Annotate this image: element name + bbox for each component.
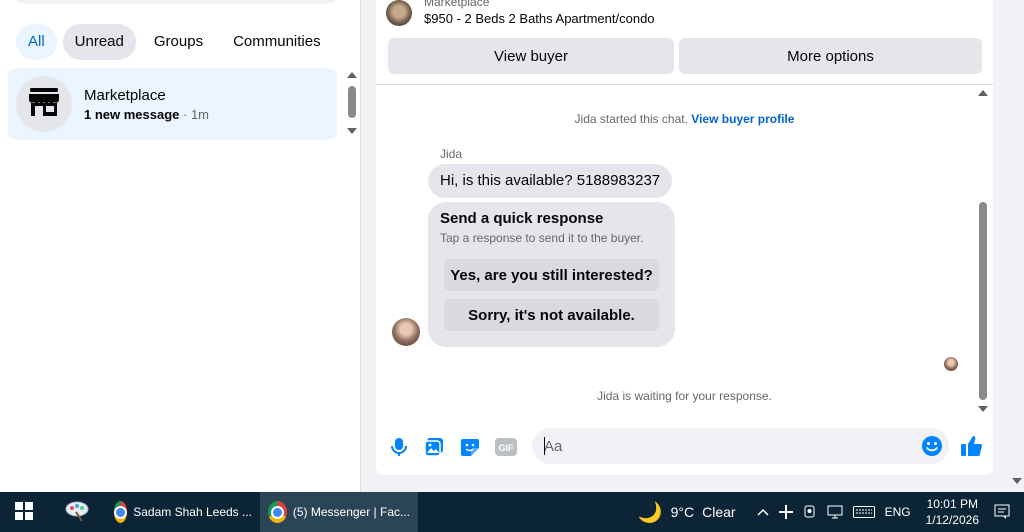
more-options-button[interactable]: More options — [679, 38, 982, 74]
clock-date: 1/12/2026 — [925, 513, 979, 527]
quick-response-subtitle: Tap a response to send it to the buyer. — [440, 231, 644, 245]
conversation-list-panel: All Unread Groups Communities Marketplac… — [0, 0, 361, 492]
taskbar-app-label: Sadam Shah Leeds ... — [133, 505, 252, 519]
text-caret — [544, 437, 545, 455]
message-bubble[interactable]: Hi, is this available? 5188983237 — [428, 164, 673, 198]
chat-scrollbar[interactable] — [976, 88, 990, 414]
new-message-label: 1 new message — [84, 106, 180, 122]
sender-avatar[interactable] — [392, 318, 420, 346]
message-input[interactable] — [532, 428, 892, 464]
clock[interactable]: 10:01 PM 1/12/2026 — [926, 496, 979, 528]
listing-title: $950 - 2 Beds 2 Baths Apartment/condo — [424, 10, 655, 26]
windows-logo-icon — [15, 501, 33, 523]
scrollbar-thumb[interactable] — [979, 202, 987, 400]
windows-taskbar: Sadam Shah Leeds ... (5) Messenger | Fac… — [0, 492, 1024, 532]
scrollbar-thumb[interactable] — [348, 86, 356, 118]
message-input-box[interactable] — [532, 428, 949, 464]
filter-all[interactable]: All — [16, 24, 57, 60]
chevron-up-icon[interactable] — [757, 508, 769, 516]
quick-response-title: Send a quick response — [440, 210, 604, 227]
photo-icon[interactable] — [423, 436, 445, 458]
scroll-down-arrow-icon[interactable] — [347, 128, 357, 134]
listing-thumbnail — [386, 0, 412, 26]
conversation-time: 1m — [190, 106, 210, 122]
conversation-item-marketplace[interactable]: Marketplace 1 new message · 1m — [8, 68, 337, 140]
sender-name: Jida — [440, 147, 463, 161]
chat-started-text: Jida started this chat. — [574, 112, 688, 126]
system-tray: 🌙 9°C Clear ENG 10:01 PM 1/12/2026 — [633, 492, 1024, 532]
quick-response-sorry-button[interactable]: Sorry, it's not available. — [444, 299, 659, 331]
listing-actions: View buyer More options — [388, 38, 982, 74]
meet-now-icon[interactable] — [803, 505, 817, 519]
separator: · — [179, 106, 191, 122]
weather-text: Clear — [702, 504, 736, 520]
seen-avatar — [944, 357, 958, 371]
svg-text:GIF: GIF — [499, 443, 515, 453]
chrome-icon — [114, 501, 128, 523]
scroll-up-arrow-icon[interactable] — [347, 72, 357, 78]
view-buyer-button[interactable]: View buyer — [388, 38, 674, 74]
filter-communities[interactable]: Communities — [221, 24, 333, 60]
network-icon[interactable] — [827, 505, 843, 519]
divider — [376, 84, 993, 85]
microphone-icon[interactable] — [388, 436, 410, 458]
emoji-icon[interactable] — [921, 435, 943, 462]
scroll-up-arrow-icon[interactable] — [978, 90, 988, 96]
start-button[interactable] — [0, 492, 48, 532]
chat-panel: Marketplace $950 - 2 Beds 2 Baths Apartm… — [376, 0, 993, 475]
filter-groups[interactable]: Groups — [142, 24, 215, 60]
taskbar-app-label: (5) Messenger | Fac... — [292, 505, 410, 519]
moon-icon: 🌙 — [637, 501, 663, 524]
clock-time: 10:01 PM — [926, 497, 978, 511]
sticker-icon[interactable] — [459, 436, 481, 458]
waiting-notice: Jida is waiting for your response. — [597, 389, 772, 403]
avatar — [16, 76, 72, 132]
quick-response-card: Send a quick response Tap a response to … — [428, 202, 675, 347]
plus-icon[interactable] — [778, 505, 793, 519]
paint-app-icon — [64, 500, 90, 525]
taskbar-chrome-window-1[interactable]: Sadam Shah Leeds ... — [106, 492, 260, 532]
message-composer: GIF — [376, 424, 993, 468]
notification-icon[interactable] — [994, 504, 1010, 520]
filter-unread[interactable]: Unread — [62, 24, 136, 60]
keyboard-icon[interactable] — [852, 506, 875, 518]
list-scrollbar[interactable] — [345, 70, 359, 136]
weather-widget[interactable]: 🌙 9°C Clear — [638, 500, 736, 525]
gif-icon[interactable]: GIF — [495, 436, 517, 458]
conversation-preview: 1 new message · 1m — [84, 107, 209, 122]
chat-started-notice: Jida started this chat. View buyer profi… — [376, 112, 993, 126]
scroll-down-arrow-icon[interactable] — [978, 406, 988, 412]
filter-chips: All Unread Groups Communities — [16, 24, 333, 60]
shop-icon — [27, 86, 61, 123]
view-buyer-profile-link[interactable]: View buyer profile — [691, 112, 794, 126]
taskbar-pinned-app[interactable] — [48, 492, 106, 532]
page-scroll-down-arrow-icon[interactable] — [1012, 478, 1022, 484]
conversation-title: Marketplace — [84, 86, 166, 104]
taskbar-chrome-window-2[interactable]: (5) Messenger | Fac... — [260, 492, 418, 532]
weather-temp: 9°C — [670, 504, 695, 520]
listing-category: Marketplace — [424, 0, 490, 9]
chrome-icon — [268, 501, 287, 523]
search-bar-edge[interactable] — [16, 0, 336, 4]
like-icon[interactable] — [960, 434, 984, 458]
quick-response-yes-button[interactable]: Yes, are you still interested? — [444, 259, 659, 291]
language-indicator[interactable]: ENG — [885, 505, 911, 519]
listing-header[interactable]: Marketplace $950 - 2 Beds 2 Baths Apartm… — [386, 0, 655, 26]
